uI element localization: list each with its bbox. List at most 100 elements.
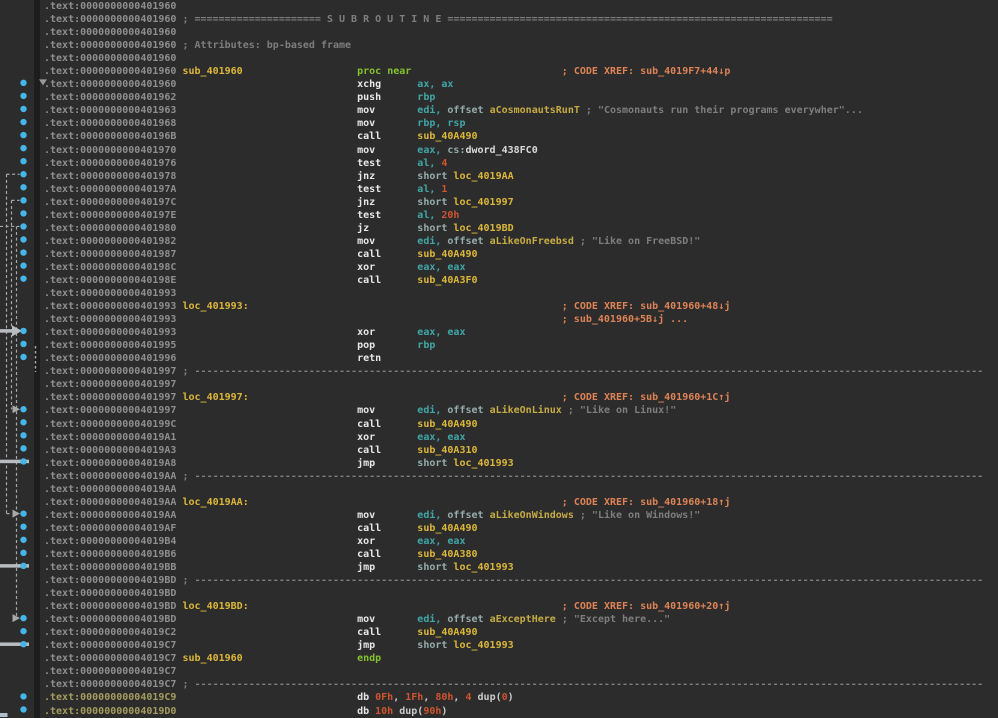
instruction-dot[interactable] <box>20 563 26 569</box>
instruction-dot[interactable] <box>20 328 26 334</box>
listing-line[interactable]: .text:00000000004019C7 sub_401960 endp <box>0 652 998 665</box>
listing-line[interactable]: .text:000000000040197C jnz short loc_401… <box>0 196 998 209</box>
listing-line[interactable]: .text:0000000000401996 retn <box>0 352 998 365</box>
listing-line[interactable]: .text:00000000004019BD mov edi, offset a… <box>0 613 998 626</box>
instruction-dot[interactable] <box>20 249 26 255</box>
instruction-dot[interactable] <box>20 93 26 99</box>
instruction-dot[interactable] <box>20 406 26 412</box>
instruction-dot[interactable] <box>20 354 26 360</box>
listing-line[interactable]: .text:0000000000401960 <box>0 0 998 13</box>
instruction-dot[interactable] <box>20 550 26 556</box>
listing-line[interactable]: .text:000000000040196B call sub_40A490 <box>0 130 998 143</box>
listing-line[interactable]: .text:0000000000401960 xchg ax, ax <box>0 78 998 91</box>
instruction-dot[interactable] <box>20 341 26 347</box>
listing-token-r: al, <box>417 184 441 195</box>
listing-line[interactable]: .text:00000000004019AA loc_4019AA: ; COD… <box>0 496 998 509</box>
listing-line[interactable]: .text:0000000000401960 ; ===============… <box>0 13 998 26</box>
listing-line[interactable]: .text:00000000004019AA <box>0 483 998 496</box>
listing-line[interactable]: .text:0000000000401978 jnz short loc_401… <box>0 170 998 183</box>
listing-line[interactable]: .text:00000000004019C7 ; ---------------… <box>0 678 998 691</box>
instruction-dot[interactable] <box>20 171 26 177</box>
listing-line[interactable]: .text:0000000000401997 mov edi, offset a… <box>0 404 998 417</box>
instruction-dot[interactable] <box>20 524 26 530</box>
instruction-dot[interactable] <box>20 132 26 138</box>
listing-line[interactable]: .text:00000000004019BD loc_4019BD: ; COD… <box>0 600 998 613</box>
listing-line[interactable]: .text:0000000000401993 ; sub_401960+5B↓j… <box>0 313 998 326</box>
listing-line[interactable]: .text:00000000004019AA mov edi, offset a… <box>0 509 998 522</box>
listing-line[interactable]: .text:00000000004019AF call sub_40A490 <box>0 522 998 535</box>
instruction-dot[interactable] <box>20 693 26 699</box>
instruction-dot[interactable] <box>20 641 26 647</box>
listing-line[interactable]: .text:0000000000401960 <box>0 52 998 65</box>
listing-line[interactable]: .text:0000000000401970 mov eax, cs:dword… <box>0 144 998 157</box>
collapse-triangle-icon[interactable] <box>39 79 47 85</box>
listing-line[interactable]: .text:000000000040198E call sub_40A3F0 <box>0 274 998 287</box>
instruction-dot[interactable] <box>20 445 26 451</box>
listing-line[interactable]: .text:000000000040198C xor eax, eax <box>0 261 998 274</box>
listing-line[interactable]: .text:00000000004019C7 jmp short loc_401… <box>0 639 998 652</box>
listing-line[interactable]: .text:00000000004019A3 call sub_40A310 <box>0 444 998 457</box>
listing-token-w: ) <box>441 706 447 717</box>
instruction-dot[interactable] <box>20 184 26 190</box>
listing-token-l: loc_401993 <box>453 458 513 469</box>
listing-line[interactable]: .text:0000000000401982 mov edi, offset a… <box>0 235 998 248</box>
listing-line[interactable]: .text:00000000004019B6 call sub_40A380 <box>0 548 998 561</box>
listing-line[interactable]: .text:0000000000401976 test al, 4 <box>0 157 998 170</box>
listing-token-a: .text:0000000000401970 <box>44 145 176 156</box>
listing-line[interactable]: .text:00000000004019C7 <box>0 665 998 678</box>
listing-line[interactable]: .text:0000000000401980 jz short loc_4019… <box>0 222 998 235</box>
instruction-dot[interactable] <box>20 510 26 516</box>
instruction-dot[interactable] <box>20 106 26 112</box>
listing-line[interactable]: .text:0000000000401997 loc_401997: ; COD… <box>0 391 998 404</box>
instruction-dot[interactable] <box>20 145 26 151</box>
listing-line[interactable]: .text:0000000000401960 ; Attributes: bp-… <box>0 39 998 52</box>
listing-line[interactable]: .text:00000000004019C9 db 0Fh, 1Fh, 80h,… <box>0 691 998 704</box>
instruction-dot[interactable] <box>20 419 26 425</box>
listing-line[interactable]: .text:00000000004019BB jmp short loc_401… <box>0 561 998 574</box>
listing-line[interactable]: .text:00000000004019BD <box>0 587 998 600</box>
listing-line[interactable]: .text:0000000000401993 <box>0 287 998 300</box>
instruction-dot[interactable] <box>20 80 26 86</box>
instruction-dot[interactable] <box>20 537 26 543</box>
listing-line[interactable]: .text:000000000040197E test al, 20h <box>0 209 998 222</box>
listing-line[interactable]: .text:0000000000401987 call sub_40A490 <box>0 248 998 261</box>
listing-line[interactable]: .text:0000000000401968 mov rbp, rsp <box>0 117 998 130</box>
listing-token-k: cs: <box>447 145 465 156</box>
listing-line[interactable]: .text:00000000004019C2 call sub_40A490 <box>0 626 998 639</box>
instruction-dot[interactable] <box>20 236 26 242</box>
listing-line[interactable]: .text:00000000004019A8 jmp short loc_401… <box>0 457 998 470</box>
listing-line[interactable]: .text:00000000004019B4 xor eax, eax <box>0 535 998 548</box>
instruction-dot[interactable] <box>20 275 26 281</box>
listing-line[interactable]: .text:00000000004019BD ; ---------------… <box>0 574 998 587</box>
instruction-dot[interactable] <box>20 210 26 216</box>
listing-line[interactable]: .text:0000000000401960 sub_401960 proc n… <box>0 65 998 78</box>
instruction-dot[interactable] <box>20 432 26 438</box>
listing-line[interactable]: .text:00000000004019AA ; ---------------… <box>0 470 998 483</box>
instruction-dot[interactable] <box>20 158 26 164</box>
listing-line[interactable]: .text:00000000004019D0 db 10h dup(90h) <box>0 705 998 718</box>
listing-line[interactable]: .text:0000000000401962 push rbp <box>0 91 998 104</box>
listing-token-a: .text:00000000004019AF <box>44 523 176 534</box>
listing-line[interactable]: .text:0000000000401997 <box>0 378 998 391</box>
listing-token-a: .text:0000000000401997 <box>44 379 176 390</box>
disassembly-listing[interactable]: .text:0000000000401960.text:000000000040… <box>0 0 998 718</box>
instruction-dot[interactable] <box>20 615 26 621</box>
listing-line[interactable]: .text:0000000000401997 ; ---------------… <box>0 365 998 378</box>
instruction-dot[interactable] <box>20 628 26 634</box>
listing-line[interactable]: .text:00000000004019A1 xor eax, eax <box>0 431 998 444</box>
listing-line[interactable]: .text:000000000040197A test al, 1 <box>0 183 998 196</box>
instruction-dot[interactable] <box>20 706 26 712</box>
listing-line[interactable]: .text:000000000040199C call sub_40A490 <box>0 418 998 431</box>
listing-line[interactable]: .text:0000000000401963 mov edi, offset a… <box>0 104 998 117</box>
listing-line[interactable]: .text:0000000000401993 xor eax, eax <box>0 326 998 339</box>
instruction-dot[interactable] <box>20 262 26 268</box>
instruction-dot[interactable] <box>20 197 26 203</box>
listing-token-a: .text:0000000000401968 <box>44 118 176 129</box>
listing-line[interactable]: .text:0000000000401993 loc_401993: ; COD… <box>0 300 998 313</box>
listing-line[interactable]: .text:0000000000401995 pop rbp <box>0 339 998 352</box>
instruction-dot[interactable] <box>20 458 26 464</box>
jump-arrows-panel[interactable] <box>0 0 50 718</box>
instruction-dot[interactable] <box>20 223 26 229</box>
listing-line[interactable]: .text:0000000000401960 <box>0 26 998 39</box>
instruction-dot[interactable] <box>20 119 26 125</box>
